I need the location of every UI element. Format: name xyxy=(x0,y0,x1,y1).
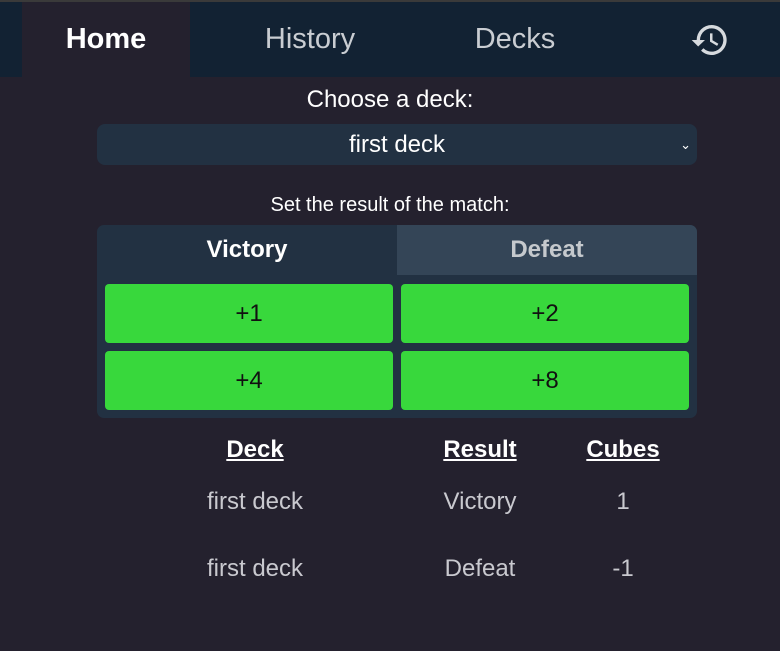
result-panel: Victory Defeat +1 +2 +4 +8 xyxy=(97,225,697,418)
top-nav: Home History Decks xyxy=(0,0,780,77)
row-result: Defeat xyxy=(444,555,516,582)
plus-8-button[interactable]: +8 xyxy=(401,351,689,410)
tab-decks[interactable]: Decks xyxy=(430,2,600,77)
row-deck: first deck xyxy=(206,488,304,515)
plus-1-button[interactable]: +1 xyxy=(105,284,393,343)
choose-deck-label: Choose a deck: xyxy=(306,86,474,113)
tab-defeat[interactable]: Defeat xyxy=(397,225,697,275)
tab-home[interactable]: Home xyxy=(22,2,190,77)
header-cubes: Cubes xyxy=(586,436,660,463)
deck-select-value: first deck xyxy=(348,131,446,158)
header-deck: Deck xyxy=(226,436,284,463)
tab-history[interactable]: History xyxy=(225,2,395,77)
history-icon[interactable] xyxy=(690,20,730,60)
tab-victory[interactable]: Victory xyxy=(97,225,397,275)
row-deck: first deck xyxy=(206,555,304,582)
row-cubes: -1 xyxy=(612,555,634,582)
row-result: Victory xyxy=(443,488,517,515)
deck-select[interactable]: first deck ⌄ xyxy=(97,124,697,165)
plus-2-button[interactable]: +2 xyxy=(401,284,689,343)
result-label: Set the result of the match: xyxy=(270,194,510,216)
row-cubes: 1 xyxy=(616,488,630,515)
plus-4-button[interactable]: +4 xyxy=(105,351,393,410)
chevron-down-icon: ⌄ xyxy=(680,137,691,152)
header-result: Result xyxy=(443,436,517,463)
